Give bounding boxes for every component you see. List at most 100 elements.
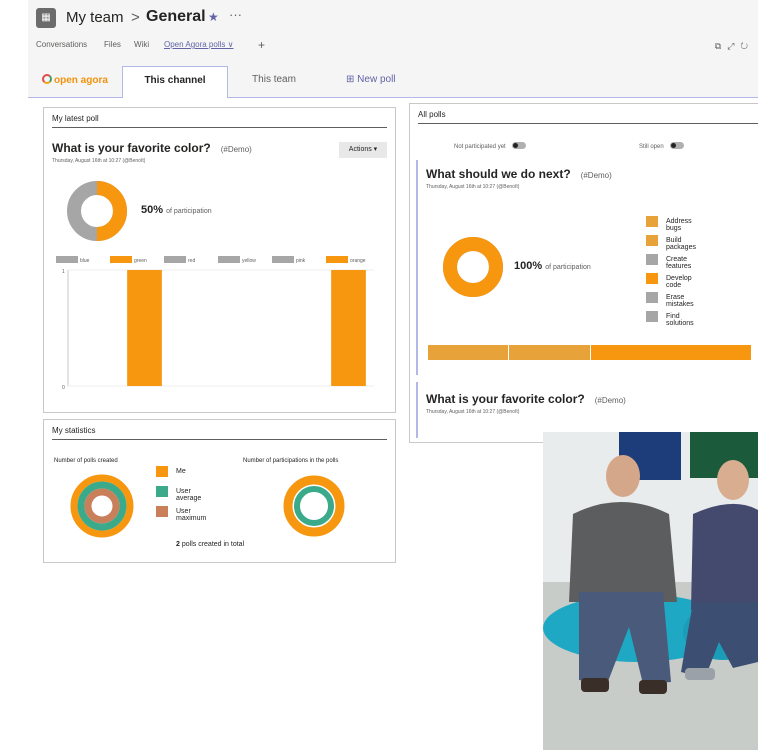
person-left-shoe-left bbox=[581, 678, 609, 692]
participation-label: 50% of participation bbox=[141, 204, 212, 216]
ring-user-maximum bbox=[84, 488, 120, 524]
bar-orange bbox=[331, 270, 366, 386]
open-agora-logo: open agora bbox=[42, 74, 108, 86]
channel-name: General bbox=[146, 8, 206, 25]
team-photo bbox=[543, 432, 758, 750]
legend-label: Address bugs bbox=[666, 218, 692, 232]
add-tab-icon[interactable]: + bbox=[258, 38, 265, 52]
poll-tag: (#Demo) bbox=[580, 171, 612, 180]
poll-tag: (#Demo) bbox=[594, 396, 626, 405]
new-poll-label: New poll bbox=[357, 74, 396, 85]
total-polls-count: 2 bbox=[176, 541, 180, 548]
legend-swatch bbox=[156, 506, 168, 517]
total-polls-text: polls created in total bbox=[181, 541, 245, 548]
bar-segment bbox=[509, 345, 591, 360]
total-polls: 2 polls created in total bbox=[176, 541, 244, 548]
poll-title-text: What is your favorite color? bbox=[426, 392, 585, 406]
new-poll-icon: ⊞ bbox=[346, 74, 358, 85]
participation-label: 100% of participation bbox=[514, 260, 591, 272]
chat-icon[interactable]: ⧉ bbox=[715, 41, 727, 51]
tab-files[interactable]: Files bbox=[104, 40, 121, 49]
person-right-shoe bbox=[685, 668, 715, 680]
poll-title-text: What is your favorite color? bbox=[52, 141, 211, 155]
legend-swatch bbox=[156, 486, 168, 497]
person-left-head bbox=[606, 455, 640, 497]
participation-text: of participation bbox=[166, 208, 212, 215]
person-left-shoe-right bbox=[639, 680, 667, 694]
more-options-icon[interactable]: ··· bbox=[229, 7, 242, 22]
filter-not-participated-label: Not participated yet bbox=[454, 144, 506, 150]
poll-title: What is your favorite color? (#Demo) bbox=[426, 392, 626, 406]
open-agora-logo-icon bbox=[42, 74, 52, 84]
brand-name: open agora bbox=[54, 75, 108, 86]
latest-poll-header: My latest poll bbox=[52, 114, 387, 128]
new-poll-button[interactable]: ⊞ New poll bbox=[346, 74, 396, 85]
tab-open-agora-polls[interactable]: Open Agora polls ∨ bbox=[164, 40, 233, 49]
y-tick-label: 1 bbox=[62, 269, 65, 275]
legend-label: Find solutions bbox=[666, 313, 694, 327]
person-right-head bbox=[717, 460, 749, 500]
filter-not-participated[interactable]: Not participated yet bbox=[454, 142, 526, 150]
poll-title: What should we do next? (#Demo) bbox=[426, 167, 612, 181]
legend-label: Build packages bbox=[666, 237, 696, 251]
participation-percent: 50% bbox=[141, 204, 164, 216]
team-name[interactable]: My team bbox=[66, 9, 124, 26]
tab-conversations[interactable]: Conversations bbox=[36, 40, 87, 49]
poll-meta: Thursday, August 16th at 10:27 (@Benoît) bbox=[426, 409, 520, 415]
app-tab-strip: open agora This channel This team ⊞ New … bbox=[28, 66, 758, 99]
bar-chart: 10 bbox=[62, 269, 374, 390]
legend-label: Create features bbox=[666, 256, 692, 270]
statistics-header: My statistics bbox=[52, 426, 387, 440]
latest-poll-panel: My latest poll What is your favorite col… bbox=[43, 107, 396, 413]
legend-swatch bbox=[156, 466, 168, 477]
legend-swatch bbox=[646, 235, 658, 246]
bar-segment bbox=[590, 345, 752, 360]
poll-title[interactable]: What is your favorite color? (#Demo) bbox=[52, 141, 252, 155]
tab-this-team[interactable]: This team bbox=[234, 66, 314, 97]
expand-icon[interactable]: ⤢ bbox=[727, 41, 740, 51]
participation-donut bbox=[67, 181, 127, 241]
polls-created-rings bbox=[70, 474, 134, 538]
poll-card-color[interactable]: What is your favorite color? (#Demo) Thur… bbox=[416, 382, 758, 438]
legend-swatch bbox=[646, 273, 658, 284]
poll-meta: Thursday, August 16th at 10:27 (@Benoît) bbox=[426, 184, 520, 190]
poll-card-next[interactable]: What should we do next? (#Demo) Thursday,… bbox=[416, 160, 758, 375]
legend-swatch bbox=[646, 311, 658, 322]
polls-created-label: Number of polls created bbox=[54, 458, 118, 464]
participation-text: of participation bbox=[545, 264, 591, 271]
toggle-still-open[interactable] bbox=[669, 142, 684, 149]
poll-tag: (#Demo) bbox=[220, 145, 252, 154]
legend-swatch bbox=[646, 292, 658, 303]
tab-this-channel[interactable]: This channel bbox=[122, 66, 228, 99]
refresh-icon[interactable]: ↻ bbox=[740, 41, 754, 51]
statistics-panel: My statistics Number of polls created Nu… bbox=[43, 419, 396, 563]
favorite-star-icon[interactable]: ★ bbox=[208, 10, 219, 24]
person-right-sweater bbox=[691, 503, 758, 610]
person-left-sweater bbox=[569, 502, 677, 602]
legend-label: User maximum bbox=[176, 508, 207, 522]
filter-still-open-label: Still open bbox=[639, 144, 664, 150]
team-avatar-icon[interactable]: ▦ bbox=[36, 8, 56, 28]
channel-tabs: Conversations Files Wiki Open Agora poll… bbox=[28, 38, 758, 54]
ring-user-average bbox=[294, 486, 334, 526]
filter-still-open[interactable]: Still open bbox=[639, 142, 684, 150]
channel-header: ▦ My team > General ★ ··· bbox=[28, 0, 758, 34]
legend-label: Erase mistakes bbox=[666, 294, 694, 308]
participation-donut bbox=[443, 237, 503, 297]
poll-title-text: What should we do next? bbox=[426, 167, 571, 181]
participations-label: Number of participations in the polls bbox=[243, 458, 339, 464]
toggle-not-participated[interactable] bbox=[511, 142, 526, 149]
poll-meta: Thursday, August 16th at 10:27 (@Benoît) bbox=[52, 158, 146, 164]
y-tick-label: 0 bbox=[62, 385, 65, 390]
actions-button[interactable]: Actions ▾ bbox=[339, 142, 387, 158]
tab-wiki[interactable]: Wiki bbox=[134, 40, 149, 49]
all-polls-header: All polls bbox=[418, 110, 758, 124]
bar-segment bbox=[428, 345, 510, 360]
window-controls: ⧉⤢↻ bbox=[715, 41, 754, 52]
legend-swatch bbox=[646, 254, 658, 265]
participations-rings bbox=[283, 475, 345, 537]
breadcrumb-separator: > bbox=[131, 9, 140, 26]
legend-label: User average bbox=[176, 488, 202, 502]
bar-green bbox=[127, 270, 162, 386]
donut-fill bbox=[443, 237, 503, 297]
